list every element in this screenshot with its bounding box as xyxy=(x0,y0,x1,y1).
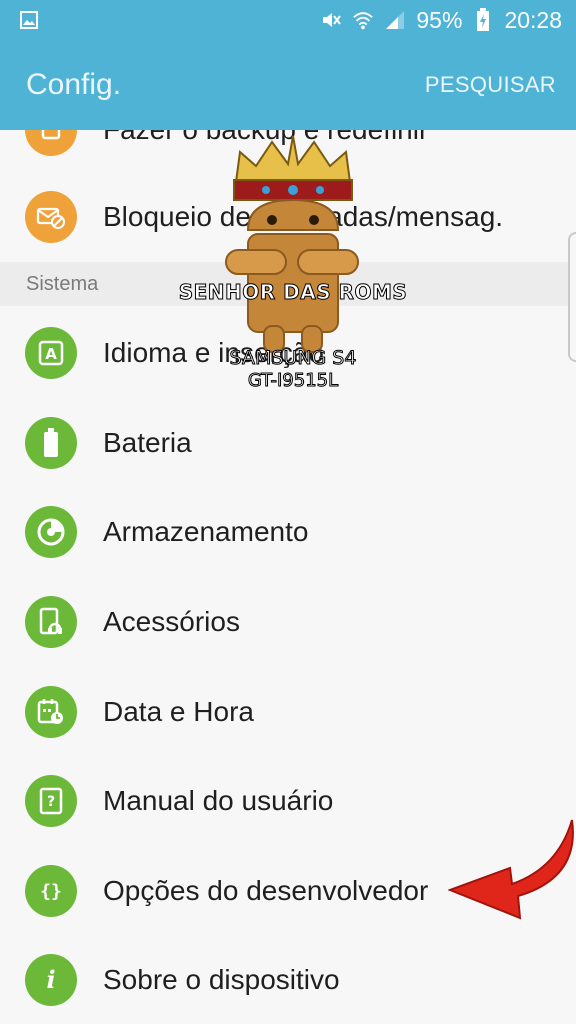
list-item-label: Sobre o dispositivo xyxy=(103,964,340,995)
list-item-label: Fazer o backup e redefinir xyxy=(103,130,428,146)
list-item-label: Data e Hora xyxy=(103,696,254,727)
status-bar: 95% 20:28 xyxy=(0,0,576,40)
list-item-label: Bateria xyxy=(103,427,192,458)
svg-text:?: ? xyxy=(47,794,55,810)
list-item-about-device[interactable]: i Sobre o dispositivo xyxy=(0,935,576,1024)
developer-options-icon: {} xyxy=(25,865,77,917)
user-manual-icon: ? xyxy=(25,775,77,827)
list-item-block-calls[interactable]: Bloqueio de chamadas/mensag. xyxy=(0,172,576,262)
gallery-notification-icon xyxy=(18,9,40,31)
backup-icon xyxy=(25,130,77,156)
page-title: Config. xyxy=(26,68,122,101)
battery-icon xyxy=(25,417,77,469)
battery-percentage: 95% xyxy=(416,6,463,33)
block-calls-icon xyxy=(25,191,77,243)
list-item-language[interactable]: A Idioma e inserção xyxy=(0,308,576,398)
mute-icon xyxy=(320,9,342,31)
svg-text:{}: {} xyxy=(40,881,62,902)
language-icon: A xyxy=(25,327,77,379)
date-time-icon xyxy=(25,686,77,738)
list-item-date-time[interactable]: Data e Hora xyxy=(0,667,576,757)
list-item-accessories[interactable]: Acessórios xyxy=(0,577,576,667)
list-item-label: Idioma e inserção xyxy=(103,337,325,368)
about-device-icon: i xyxy=(25,954,77,1006)
app-bar: Config. PESQUISAR xyxy=(0,40,576,130)
red-arrow-annotation-icon xyxy=(448,819,574,920)
clock: 20:28 xyxy=(504,6,562,33)
signal-icon xyxy=(384,9,406,31)
list-item-label: Opções do desenvolvedor xyxy=(103,875,429,906)
section-header-system: Sistema xyxy=(0,262,576,306)
battery-charging-icon xyxy=(472,8,494,31)
list-item-label: Acessórios xyxy=(103,606,240,637)
list-item-label: Armazenamento xyxy=(103,516,309,547)
scroll-handle[interactable] xyxy=(568,232,576,362)
list-item-label: Bloqueio de chamadas/mensag. xyxy=(103,201,504,232)
search-button[interactable]: PESQUISAR xyxy=(425,72,556,98)
list-item-backup[interactable]: Fazer o backup e redefinir xyxy=(0,130,576,175)
svg-text:A: A xyxy=(45,345,57,363)
list-item-label: Manual do usuário xyxy=(103,785,334,816)
wifi-icon xyxy=(352,9,374,31)
accessories-icon xyxy=(25,596,77,648)
list-item-battery[interactable]: Bateria xyxy=(0,398,576,488)
storage-icon xyxy=(25,506,77,558)
svg-text:i: i xyxy=(46,966,55,994)
list-item-storage[interactable]: Armazenamento xyxy=(0,487,576,577)
